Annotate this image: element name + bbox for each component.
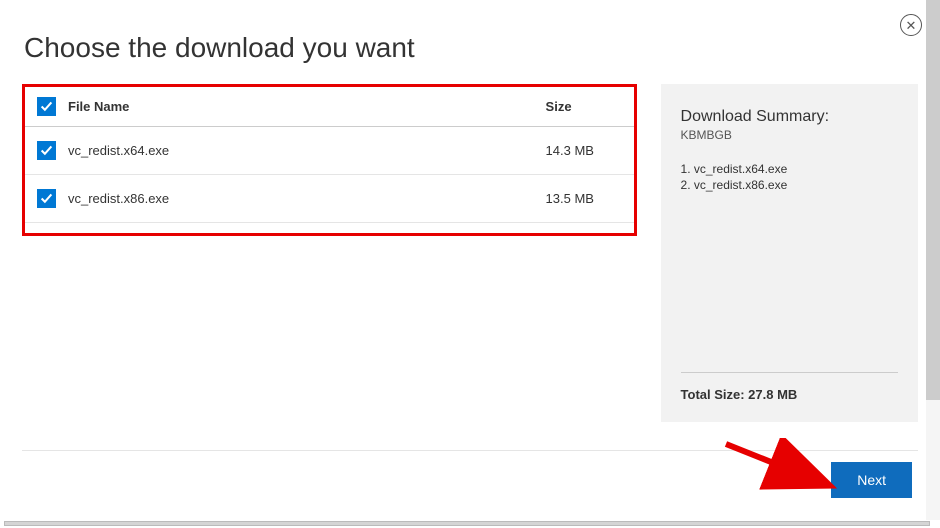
scrollbar-track[interactable] [926, 0, 940, 520]
file-name-cell: vc_redist.x64.exe [68, 143, 546, 158]
total-size: Total Size: 27.8 MB [681, 387, 898, 402]
close-icon: ✕ [906, 19, 917, 32]
check-icon [40, 192, 53, 205]
row-checkbox[interactable] [37, 141, 56, 160]
column-header-name: File Name [68, 99, 546, 114]
column-header-size: Size [546, 99, 626, 114]
check-icon [40, 144, 53, 157]
summary-meta: KBMBGB [681, 128, 898, 142]
download-summary-panel: Download Summary: KBMBGB 1. vc_redist.x6… [661, 84, 918, 422]
check-icon [40, 100, 53, 113]
file-size-cell: 13.5 MB [546, 191, 626, 206]
table-row: vc_redist.x86.exe 13.5 MB [25, 175, 634, 223]
select-all-checkbox[interactable] [37, 97, 56, 116]
bottom-scrollbar [4, 521, 930, 526]
file-size-cell: 14.3 MB [546, 143, 626, 158]
content-area: File Name Size vc_redist.x64.exe 14.3 MB… [0, 84, 940, 422]
page-title: Choose the download you want [0, 0, 940, 84]
file-table: File Name Size vc_redist.x64.exe 14.3 MB… [25, 87, 634, 223]
table-row: vc_redist.x64.exe 14.3 MB [25, 127, 634, 175]
summary-item: 2. vc_redist.x86.exe [681, 178, 898, 192]
scrollbar-thumb[interactable] [926, 0, 940, 400]
file-table-highlight: File Name Size vc_redist.x64.exe 14.3 MB… [22, 84, 637, 236]
close-button[interactable]: ✕ [900, 14, 922, 36]
summary-item: 1. vc_redist.x64.exe [681, 162, 898, 176]
next-button[interactable]: Next [831, 462, 912, 498]
summary-title: Download Summary: [681, 108, 898, 126]
arrow-annotation [722, 438, 842, 496]
row-checkbox[interactable] [37, 189, 56, 208]
summary-divider [681, 372, 898, 373]
summary-list: 1. vc_redist.x64.exe 2. vc_redist.x86.ex… [681, 162, 898, 364]
table-header-row: File Name Size [25, 87, 634, 127]
bottom-divider [22, 450, 918, 451]
file-name-cell: vc_redist.x86.exe [68, 191, 546, 206]
